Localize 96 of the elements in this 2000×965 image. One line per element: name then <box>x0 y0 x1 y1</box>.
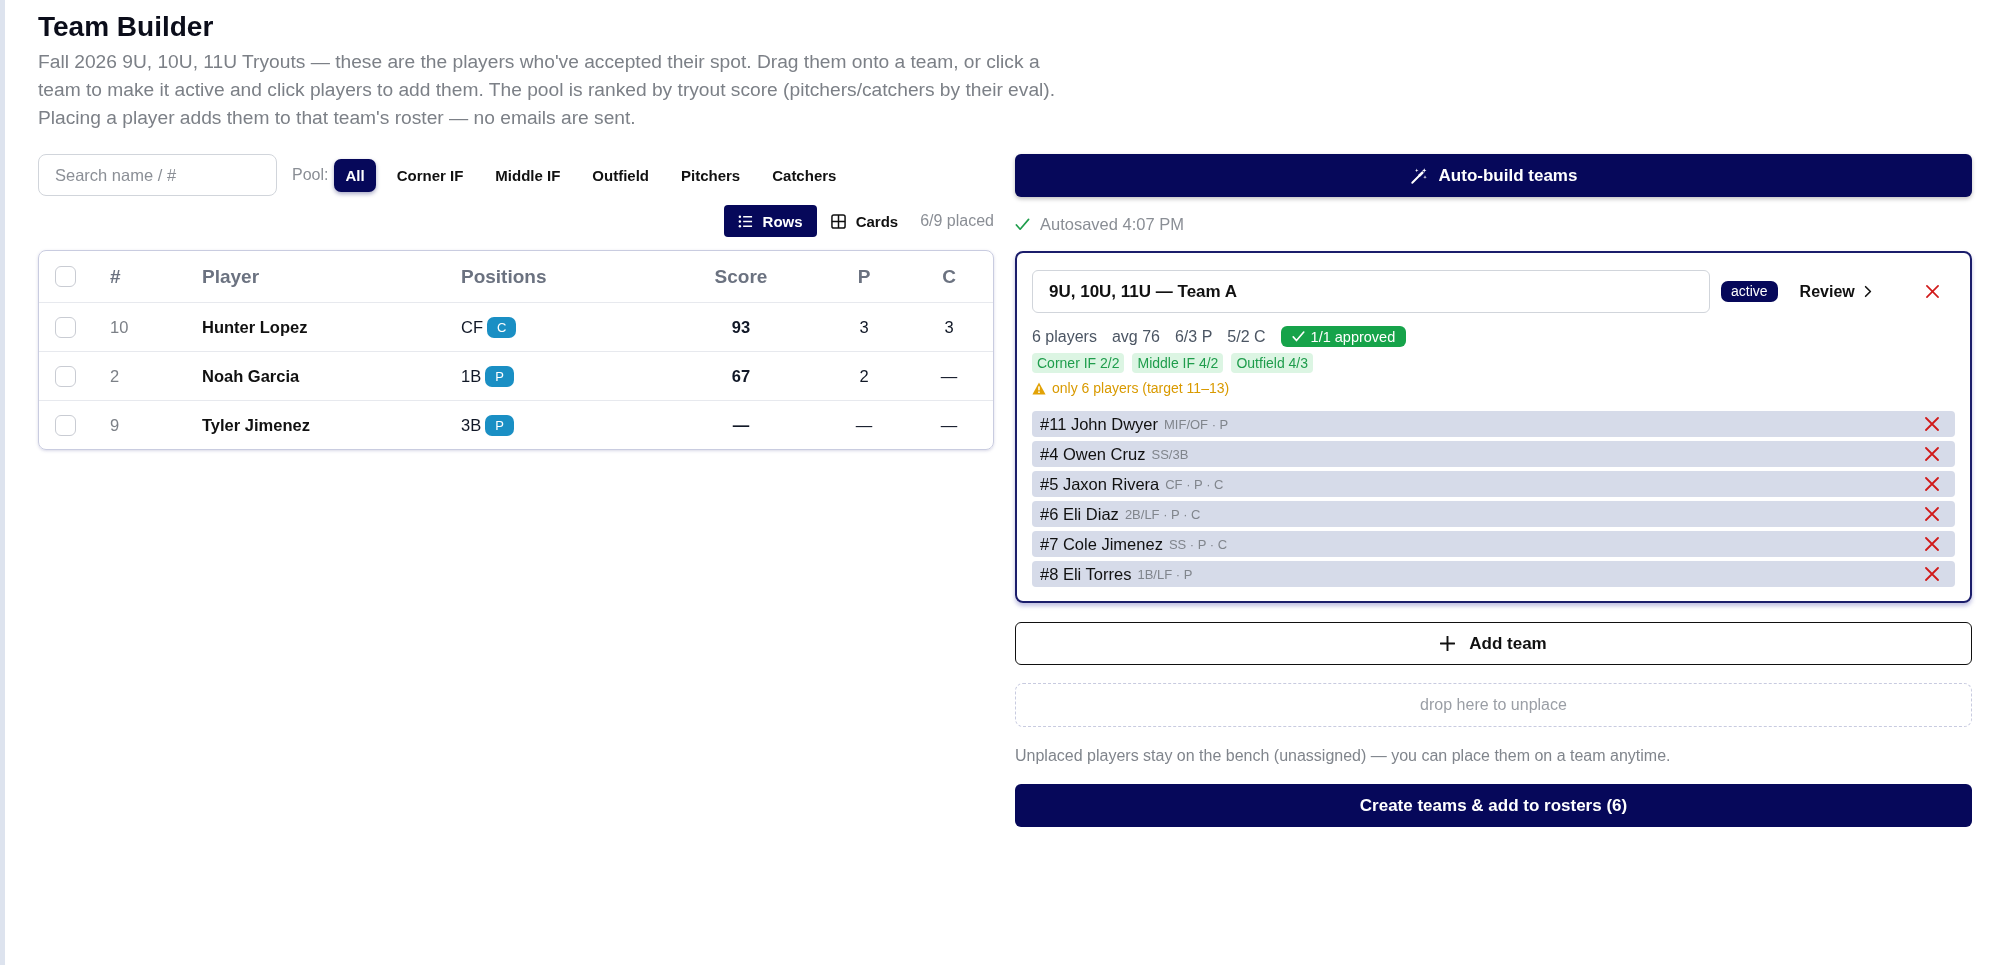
select-all-checkbox[interactable] <box>55 266 76 287</box>
remove-icon[interactable] <box>1925 567 1939 581</box>
position-badge: P <box>485 365 514 387</box>
roster-player-positions: MIF/OF · P <box>1164 416 1229 432</box>
row-checkbox[interactable] <box>55 316 76 338</box>
table-cell: — <box>855 415 873 434</box>
pool-filter-tab[interactable]: Catchers <box>761 158 848 192</box>
view-toggle-tab[interactable]: Rows <box>723 205 817 237</box>
table-cell: 3 <box>859 317 869 336</box>
remove-icon[interactable] <box>1925 417 1939 431</box>
roster-player-name: #5 Jaxon Rivera <box>1040 474 1160 494</box>
active-badge: active <box>1721 281 1778 302</box>
team-stat: 5/2 C <box>1227 327 1266 346</box>
team-name-field[interactable]: 9U, 10U, 11U — Team A <box>1032 270 1710 313</box>
team-stat: avg 76 <box>1111 327 1160 346</box>
remove-icon[interactable] <box>1925 477 1939 491</box>
table-cell: Tyler Jimenez <box>202 415 310 434</box>
roster-player-name: #7 Cole Jimenez <box>1040 534 1163 554</box>
roster-player-positions: 2B/LF · P · C <box>1124 506 1201 522</box>
table-cell: Noah Garcia <box>202 366 300 385</box>
roster-player-name: #6 Eli Diaz <box>1040 504 1119 524</box>
roster-player-name: #4 Owen Cruz <box>1040 444 1146 464</box>
check-icon <box>1291 330 1305 343</box>
pool-filter-tab[interactable]: Outfield <box>581 158 660 192</box>
roster-row[interactable]: #5 Jaxon Rivera CF · P · C <box>1032 471 1955 497</box>
create-teams-button[interactable]: Create teams & add to rosters (6) <box>1015 784 1972 827</box>
position-badge: P <box>485 414 514 436</box>
list-icon <box>737 213 753 229</box>
pool-filter-tab[interactable]: All <box>334 158 376 192</box>
placed-count: 6/9 placed <box>920 212 994 230</box>
roster-player-name: #11 John Dwyer <box>1040 414 1158 434</box>
bench-note: Unplaced players stay on the bench (unassigned) — you can place them on a team anytime. <box>1015 746 1672 766</box>
roster-row[interactable]: #7 Cole Jimenez SS · P · C <box>1032 531 1955 557</box>
magic-wand-icon <box>1409 166 1428 185</box>
table-cell: — <box>940 415 958 434</box>
roster-row[interactable]: #11 John Dwyer MIF/OF · P <box>1032 411 1955 437</box>
column-header: Player <box>202 265 260 287</box>
view-toggle-tab[interactable]: Cards <box>816 205 913 237</box>
warning-icon <box>1032 381 1046 395</box>
close-icon[interactable] <box>1926 285 1939 298</box>
roster-row[interactable]: #8 Eli Torres 1B/LF · P <box>1032 561 1955 587</box>
add-team-button[interactable]: Add team <box>1015 622 1972 665</box>
column-header: P <box>857 265 871 287</box>
team-stat: 6/3 P <box>1174 327 1213 346</box>
review-button[interactable]: Review <box>1799 282 1872 301</box>
pool-label: Pool: <box>292 166 329 184</box>
drop-zone: drop here to unplace <box>1015 683 1972 727</box>
team-card[interactable] <box>1015 251 1972 603</box>
approval-text: 1/1 approved <box>1310 328 1396 345</box>
position-badge: C <box>487 316 517 338</box>
roster-player-positions: 1B/LF · P <box>1137 566 1193 582</box>
row-checkbox[interactable] <box>55 414 76 436</box>
row-checkbox[interactable] <box>55 365 76 387</box>
table-cell: CF <box>461 317 483 337</box>
column-header: Positions <box>461 265 547 287</box>
remove-icon[interactable] <box>1925 537 1939 551</box>
column-header: Score <box>714 265 768 287</box>
coverage-tag: Middle IF 4/2 <box>1132 353 1224 373</box>
chevron-right-icon <box>1863 285 1872 298</box>
table-cell: — <box>940 366 958 385</box>
table-cell: 3 <box>944 317 954 336</box>
table-cell: 67 <box>731 366 751 385</box>
table-cell: 1B <box>461 366 482 386</box>
column-header: C <box>942 265 956 287</box>
table-cell: Hunter Lopez <box>202 317 308 336</box>
column-header: # <box>110 265 121 287</box>
plus-icon <box>1440 636 1456 651</box>
check-icon <box>1015 216 1030 232</box>
autosave-status: Autosaved 4:07 PM <box>1040 214 1184 234</box>
table-cell: 10 <box>110 317 129 336</box>
grid-icon <box>830 213 846 229</box>
team-stat: 6 players <box>1032 327 1097 346</box>
table-cell: 3B <box>461 415 482 435</box>
roster-player-positions: SS · P · C <box>1168 536 1228 552</box>
page-title: Team Builder <box>38 10 215 44</box>
warning-text: only 6 players (target 11–13) <box>1052 380 1230 396</box>
table-cell: 93 <box>731 317 751 336</box>
roster-row[interactable]: #6 Eli Diaz 2B/LF · P · C <box>1032 501 1955 527</box>
roster-player-positions: SS/3B <box>1151 446 1189 462</box>
roster-row[interactable]: #4 Owen Cruz SS/3B <box>1032 441 1955 467</box>
page-description: Fall 2026 9U, 10U, 11U Tryouts — these are the players who've accepted their spot. Drag them onto a team, or click a team to make it active and click players to add them. The pool is ranked by tryout score (pitchers/catchers by their eval). Placing a player adds them to that team's roster — no emails are sent. <box>38 50 1057 130</box>
table-cell: — <box>732 415 750 434</box>
pool-filter-tab[interactable]: Pitchers <box>670 158 752 192</box>
search-field[interactable]: Search name / # <box>38 154 277 196</box>
roster-player-positions: CF · P · C <box>1165 476 1224 492</box>
coverage-tag: Corner IF 2/2 <box>1032 353 1125 373</box>
coverage-tag: Outfield 4/3 <box>1231 353 1314 373</box>
table-cell: 2 <box>110 366 120 385</box>
remove-icon[interactable] <box>1925 447 1939 461</box>
roster-player-name: #8 Eli Torres <box>1040 564 1132 584</box>
pool-filter-tab[interactable]: Corner IF <box>385 158 475 192</box>
pool-filter-tab[interactable]: Middle IF <box>484 158 572 192</box>
table-cell: 9 <box>110 415 120 434</box>
auto-build-button[interactable]: Auto-build teams <box>1015 154 1972 197</box>
table-cell: 2 <box>859 366 869 385</box>
remove-icon[interactable] <box>1925 507 1939 521</box>
